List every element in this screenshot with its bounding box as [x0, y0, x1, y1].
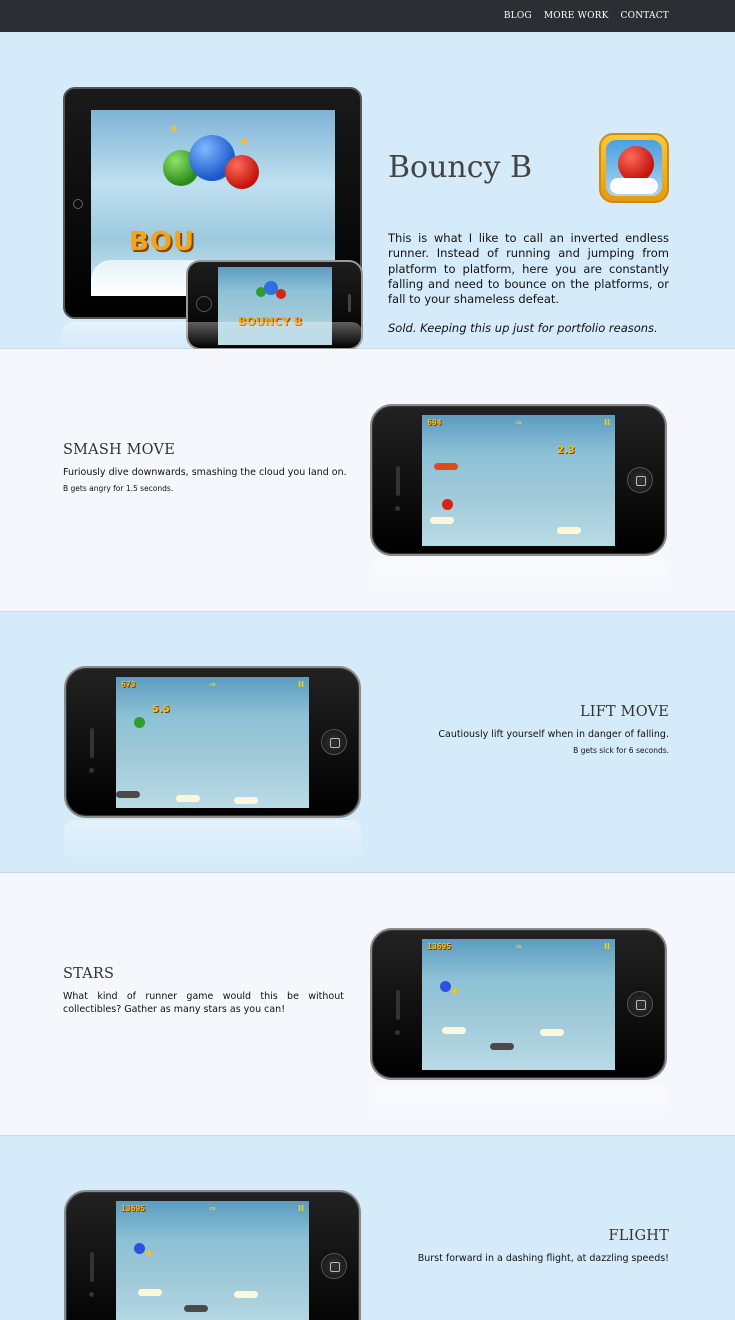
game-logo: BOU [129, 227, 196, 257]
score-display: 694 [427, 418, 442, 427]
feature-subtext: B gets angry for 1.5 seconds. [63, 484, 174, 493]
main-nav: BLOG MORE WORK CONTACT [504, 11, 669, 21]
page-title: Bouncy B [388, 150, 533, 185]
device-reflection [370, 559, 667, 599]
timer-display: 5.5 [152, 704, 170, 715]
iphone-mockup: 694 ⇒ II 2.3 [370, 404, 667, 556]
red-ball [442, 499, 453, 510]
iphone-mockup: 673 ⇒ II 5.5 [64, 666, 361, 818]
arrow-icon: ⇒ [209, 1204, 216, 1213]
game-screenshot: 13695 ⇒ II ★ [116, 1201, 309, 1320]
smash-section: SMASH MOVE Furiously dive downwards, sma… [0, 349, 735, 612]
cloud-platform [557, 527, 581, 534]
pause-icon: II [604, 942, 610, 951]
feature-title: LIFT MOVE [579, 704, 669, 720]
phone-home-button [627, 467, 653, 493]
device-reflection [370, 1083, 667, 1123]
top-bar: BLOG MORE WORK CONTACT [0, 0, 735, 32]
phone-camera [89, 1292, 94, 1297]
hero-description: This is what I like to call an inverted … [388, 231, 669, 307]
arrow-icon: ⇒ [515, 418, 522, 427]
cloud-platform [234, 1291, 258, 1298]
phone-home-button [627, 991, 653, 1017]
star-icon: ★ [144, 1247, 154, 1260]
score-display: 673 [121, 680, 136, 689]
nav-more-work-link[interactable]: MORE WORK [544, 11, 609, 21]
phone-home-button [196, 296, 212, 312]
phone-camera [395, 506, 400, 511]
ipad-home-button [73, 199, 83, 209]
feature-subtext: B gets sick for 6 seconds. [573, 746, 669, 755]
score-display: 13695 [121, 1204, 146, 1213]
feature-text: What kind of runner game would this be w… [63, 991, 344, 1015]
phone-speaker [396, 990, 400, 1020]
star-icon: ★ [450, 985, 460, 998]
cloud-platform [138, 1289, 162, 1296]
arrow-icon: ⇒ [209, 680, 216, 689]
game-screenshot: 694 ⇒ II 2.3 [422, 415, 615, 546]
feature-text: Cautiously lift yourself when in danger … [438, 729, 669, 740]
pause-icon: II [604, 418, 610, 427]
red-ball [225, 155, 259, 189]
device-reflection [63, 322, 362, 348]
cloud-platform [234, 797, 258, 804]
arrow-icon: ⇒ [515, 942, 522, 951]
phone-speaker [90, 728, 94, 758]
phone-speaker [396, 466, 400, 496]
cloud-platform [430, 517, 454, 524]
green-ball [134, 717, 145, 728]
game-screenshot: 13695 ⇒ II ★ [422, 939, 615, 1070]
dark-cloud-platform [490, 1043, 514, 1050]
cloud-platform [540, 1029, 564, 1036]
iphone-mockup: 13695 ⇒ II ★ [64, 1190, 361, 1320]
iphone-mockup: 13695 ⇒ II ★ [370, 928, 667, 1080]
pause-icon: II [298, 680, 304, 689]
feature-title: STARS [63, 966, 115, 982]
phone-speaker [90, 1252, 94, 1282]
nav-contact-link[interactable]: CONTACT [621, 11, 669, 21]
score-display: 13695 [427, 942, 452, 951]
phone-home-button [321, 729, 347, 755]
star-icon: ★ [169, 122, 179, 135]
hero-section: ★ ★ BOU BOUNCY B Bouncy B This is what I… [0, 32, 735, 350]
pause-icon: II [298, 1204, 304, 1213]
red-ball [276, 289, 286, 299]
dark-cloud-platform [116, 791, 140, 798]
cloud-platform [442, 1027, 466, 1034]
phone-camera [89, 768, 94, 773]
dark-cloud-platform [184, 1305, 208, 1312]
app-icon [599, 133, 669, 203]
feature-title: SMASH MOVE [63, 442, 175, 458]
phone-camera [395, 1030, 400, 1035]
lift-section: 673 ⇒ II 5.5 LIFT MOVE Cautiously lift y… [0, 612, 735, 873]
stars-section: STARS What kind of runner game would thi… [0, 873, 735, 1136]
feature-title: FLIGHT [608, 1228, 669, 1244]
cloud-platform [176, 795, 200, 802]
star-icon: ★ [239, 135, 249, 148]
phone-speaker [348, 294, 351, 312]
flight-section: 13695 ⇒ II ★ FLIGHT Burst forward in a d… [0, 1136, 735, 1320]
device-reflection [64, 820, 361, 860]
timer-display: 2.3 [557, 445, 575, 456]
phone-home-button [321, 1253, 347, 1279]
feature-text: Burst forward in a dashing flight, at da… [417, 1253, 669, 1264]
smashed-cloud [434, 463, 458, 470]
game-screenshot: 673 ⇒ II 5.5 [116, 677, 309, 808]
nav-blog-link[interactable]: BLOG [504, 11, 532, 21]
hero-note: Sold. Keeping this up just for portfolio… [388, 321, 658, 335]
feature-text: Furiously dive downwards, smashing the c… [63, 467, 347, 478]
